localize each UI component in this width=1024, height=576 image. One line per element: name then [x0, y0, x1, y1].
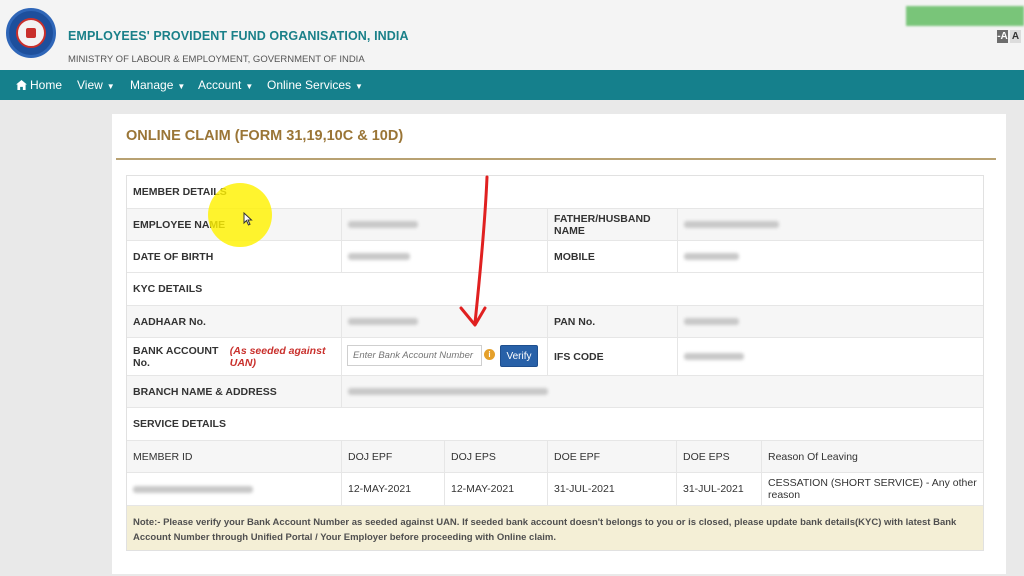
org-name[interactable]: EMPLOYEES' PROVIDENT FUND ORGANISATION, …: [68, 29, 409, 43]
verify-button[interactable]: Verify: [500, 345, 538, 367]
site-header: EMPLOYEES' PROVIDENT FUND ORGANISATION, …: [0, 0, 1024, 70]
doj-epf-value: 12-MAY-2021: [341, 473, 444, 505]
caret-down-icon: ▼: [355, 82, 363, 91]
service-data-row: 12-MAY-2021 12-MAY-2021 31-JUL-2021 31-J…: [127, 473, 983, 506]
bank-account-row: BANK ACCOUNT No. (As seeded against UAN) …: [127, 338, 983, 376]
ifs-code-label: IFS CODE: [547, 338, 677, 375]
nav-manage[interactable]: Manage ▼: [130, 70, 185, 100]
mouse-cursor-icon: [243, 212, 253, 226]
nav-account[interactable]: Account ▼: [198, 70, 253, 100]
nav-manage-label: Manage: [130, 78, 174, 92]
nav-online-services[interactable]: Online Services ▼: [267, 70, 363, 100]
employee-name-value: [341, 209, 547, 240]
service-details-header: SERVICE DETAILS: [127, 408, 983, 441]
kyc-details-header: KYC DETAILS: [127, 273, 983, 306]
caret-down-icon: ▼: [106, 82, 115, 91]
pan-label: PAN No.: [547, 306, 677, 337]
col-reason: Reason Of Leaving: [761, 441, 983, 472]
epfo-logo-icon[interactable]: [6, 8, 56, 58]
ifs-code-value: [677, 338, 983, 375]
bank-account-note: (As seeded against UAN): [229, 344, 326, 369]
father-name-label: FATHER/HUSBAND NAME: [547, 209, 677, 240]
bank-account-label: BANK ACCOUNT No.: [133, 344, 219, 369]
bank-account-input[interactable]: [347, 345, 482, 366]
title-divider: [116, 158, 996, 160]
nav-home-label: Home: [30, 78, 63, 92]
mobile-value: [677, 241, 983, 272]
col-doe-epf: DOE EPF: [547, 441, 676, 472]
col-doe-eps: DOE EPS: [676, 441, 761, 472]
pan-value: [677, 306, 983, 337]
ministry-name: MINISTRY OF LABOUR & EMPLOYMENT, GOVERNM…: [68, 54, 365, 65]
caret-down-icon: ▼: [177, 82, 186, 91]
col-doj-eps: DOJ EPS: [444, 441, 547, 472]
aadhaar-value: [341, 306, 547, 337]
nav-view[interactable]: View ▼: [77, 70, 115, 100]
nav-home[interactable]: Home: [16, 70, 62, 100]
info-icon[interactable]: i: [484, 349, 495, 360]
father-name-value: [677, 209, 983, 240]
service-columns-row: MEMBER ID DOJ EPF DOJ EPS DOE EPF DOE EP…: [127, 441, 983, 473]
caret-down-icon: ▼: [245, 82, 254, 91]
doj-eps-value: 12-MAY-2021: [444, 473, 547, 505]
col-doj-epf: DOJ EPF: [341, 441, 444, 472]
mobile-label: MOBILE: [547, 241, 677, 272]
font-decrease-button[interactable]: -A: [997, 30, 1008, 43]
section-heading: SERVICE DETAILS: [133, 418, 226, 430]
aadhaar-label: AADHAAR No.: [133, 315, 206, 328]
logo-core: [26, 28, 36, 38]
reason-value: CESSATION (SHORT SERVICE) - Any other re…: [761, 473, 983, 505]
page-title: ONLINE CLAIM (FORM 31,19,10C & 10D): [126, 128, 404, 144]
bank-verification-note: Note:- Please verify your Bank Account N…: [127, 506, 983, 550]
dob-value: [341, 241, 547, 272]
doe-eps-value: 31-JUL-2021: [676, 473, 761, 505]
aadhaar-row: AADHAAR No. PAN No.: [127, 306, 983, 338]
cursor-highlight: [208, 183, 272, 247]
home-icon: [16, 80, 27, 90]
doe-epf-value: 31-JUL-2021: [547, 473, 676, 505]
redacted-badge: [906, 6, 1024, 26]
branch-row: BRANCH NAME & ADDRESS: [127, 376, 983, 408]
font-normal-button[interactable]: A: [1010, 30, 1021, 43]
dob-row: DATE OF BIRTH MOBILE: [127, 241, 983, 273]
bank-account-label-cell: BANK ACCOUNT No. (As seeded against UAN): [127, 338, 341, 375]
main-nav: Home View ▼ Manage ▼ Account ▼ Online Servi…: [0, 70, 1024, 100]
member-id-value: [127, 473, 341, 505]
nav-account-label: Account: [198, 78, 242, 92]
branch-label: BRANCH NAME & ADDRESS: [133, 385, 277, 398]
branch-value: [341, 376, 983, 407]
nav-online-services-label: Online Services: [267, 78, 352, 92]
nav-view-label: View: [77, 78, 103, 92]
col-member-id: MEMBER ID: [133, 450, 193, 463]
red-arrow-annotation-icon: [459, 175, 489, 327]
logo-emblem: [16, 18, 46, 48]
